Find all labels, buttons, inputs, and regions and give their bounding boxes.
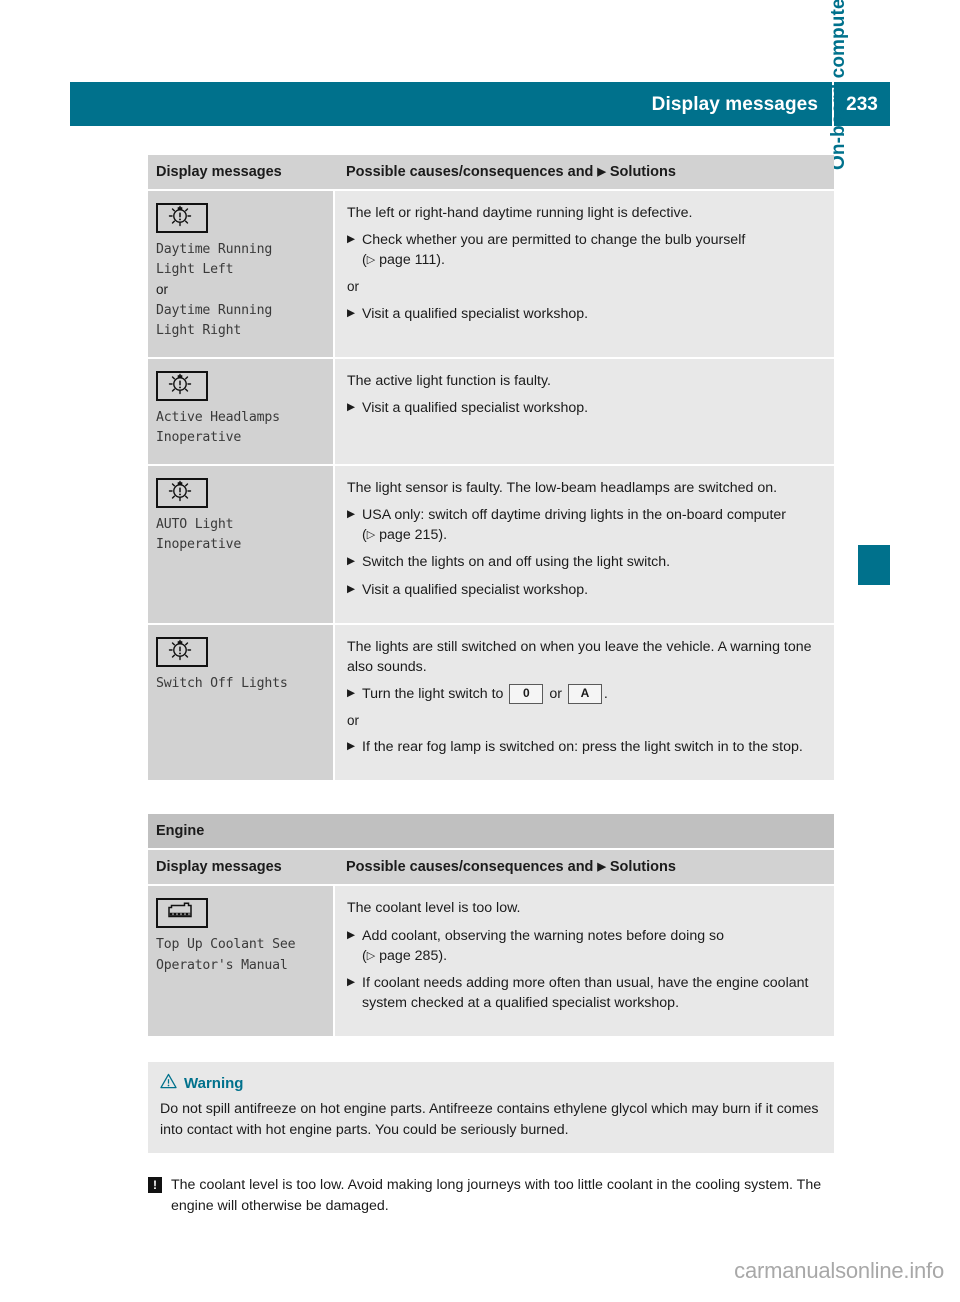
solution-item: Turn the light switch to 0 or A. xyxy=(347,683,820,704)
cause-text: The active light function is faulty. xyxy=(347,372,551,389)
cross-reference-arrow-icon: ▷ xyxy=(366,254,376,267)
key-or-label: or xyxy=(549,685,562,702)
message-cell: Daytime Running Light Left or Daytime Ru… xyxy=(148,190,335,359)
lamp-defect-icon xyxy=(156,370,208,401)
message-cell: Switch Off Lights xyxy=(148,623,335,783)
message-text: Active Headlamps Inoperative xyxy=(156,409,280,445)
solution-text: If coolant needs adding more often than … xyxy=(362,974,809,1012)
message-cell: Top Up Coolant See Operator's Manual xyxy=(148,885,335,1039)
message-text-alt: Daytime Running Light Right xyxy=(156,302,273,338)
note-body: The coolant level is too low. Avoid maki… xyxy=(171,1177,822,1215)
display-messages-table-engine: Engine Display messages Possible causes/… xyxy=(148,814,834,1039)
alternative-label: or xyxy=(347,279,360,295)
column-header-causes-solutions: Possible causes/consequences and ▶ Solutio… xyxy=(334,849,834,887)
warning-box: Warning Do not spill antifreeze on hot e… xyxy=(148,1062,834,1154)
chapter-tab-label: On-board computer and displays xyxy=(828,0,849,170)
column-header-causes-solutions: Possible causes/consequences and ▶ Solutio… xyxy=(334,155,834,191)
causes-solutions-cell: The coolant level is too low. Add coolan… xyxy=(334,885,834,1039)
message-or: or xyxy=(156,282,169,298)
watermark: carmanualsonline.info xyxy=(734,1258,944,1283)
column-header-display-messages: Display messages xyxy=(148,849,334,887)
table-row: AUTO Light Inoperative The light sensor … xyxy=(148,464,834,625)
cross-reference: page 111 xyxy=(379,252,437,269)
solution-item: Visit a qualified specialist workshop. xyxy=(347,580,820,600)
lamp-defect-icon xyxy=(156,203,208,233)
solution-arrow-icon: ▶ xyxy=(597,861,606,874)
section-title-row: Engine xyxy=(148,814,834,851)
message-cell: Active Headlamps Inoperative xyxy=(148,357,335,466)
warning-header: Warning xyxy=(160,1073,820,1094)
causes-solutions-cell: The active light function is faulty. Vis… xyxy=(334,357,834,466)
warning-title: Warning xyxy=(184,1075,244,1093)
page-content: Display messages Possible causes/consequ… xyxy=(148,155,834,1217)
column-header-prefix: Possible causes/consequences and xyxy=(346,164,594,180)
exclamation-icon: ! xyxy=(148,1177,162,1194)
solution-text: Visit a qualified specialist workshop. xyxy=(362,305,589,322)
message-text: Daytime Running Light Left xyxy=(156,242,273,278)
causes-solutions-cell: The light sensor is faulty. The low-beam… xyxy=(334,464,834,625)
solution-item: Switch the lights on and off using the l… xyxy=(347,552,820,572)
cross-reference: page 285 xyxy=(379,947,439,964)
message-text: Top Up Coolant See Operator's Manual xyxy=(156,937,296,973)
cross-reference: page 215 xyxy=(379,527,439,544)
page-header-bar: Display messages 233 xyxy=(70,82,890,126)
light-switch-off-key-icon: 0 xyxy=(509,683,544,704)
table-header-row: Display messages Possible causes/consequ… xyxy=(148,849,834,887)
cause-text: The coolant level is too low. xyxy=(347,900,521,917)
solution-text: Switch the lights on and off using the l… xyxy=(362,554,671,571)
message-text: Switch Off Lights xyxy=(156,675,288,691)
solution-text: Visit a qualified specialist workshop. xyxy=(362,399,589,416)
solution-item: Add coolant, observing the warning notes… xyxy=(347,926,820,966)
solution-arrow-icon: ▶ xyxy=(597,166,606,178)
table-row: Top Up Coolant See Operator's Manual The… xyxy=(148,885,834,1039)
solution-text: Visit a qualified specialist workshop. xyxy=(362,581,589,598)
solution-item: USA only: switch off daytime driving lig… xyxy=(347,505,820,545)
solution-item: Visit a qualified specialist workshop. xyxy=(347,398,820,418)
solution-text: USA only: switch off daytime driving lig… xyxy=(362,507,786,524)
table-row: Active Headlamps Inoperative The active … xyxy=(148,357,834,466)
note-box: ! The coolant level is too low. Avoid ma… xyxy=(148,1175,834,1216)
solution-text: Check whether you are permitted to chang… xyxy=(362,232,746,249)
warning-triangle-icon xyxy=(160,1073,177,1094)
cross-reference-arrow-icon: ▷ xyxy=(366,949,376,962)
cause-text: The lights are still switched on when yo… xyxy=(347,638,812,675)
column-header-display-messages: Display messages xyxy=(148,155,334,191)
solution-item: If the rear fog lamp is switched on: pre… xyxy=(347,737,820,757)
table-header-row: Display messages Possible causes/consequ… xyxy=(148,155,834,191)
warning-body: Do not spill antifreeze on hot engine pa… xyxy=(160,1101,819,1138)
table-row: Daytime Running Light Left or Daytime Ru… xyxy=(148,190,834,359)
solution-text: Turn the light switch to xyxy=(362,685,504,702)
section-title-engine: Engine xyxy=(148,814,834,851)
table-row: Switch Off Lights The lights are still s… xyxy=(148,623,834,783)
solution-text: If the rear fog lamp is switched on: pre… xyxy=(362,739,803,756)
causes-solutions-cell: The lights are still switched on when yo… xyxy=(334,623,834,783)
message-text: AUTO Light Inoperative xyxy=(156,516,242,552)
lamp-defect-icon xyxy=(156,636,208,667)
solution-item: Visit a qualified specialist workshop. xyxy=(347,304,820,324)
alternative-label: or xyxy=(347,713,360,729)
column-header-suffix: Solutions xyxy=(609,164,676,180)
message-cell: AUTO Light Inoperative xyxy=(148,464,335,625)
cause-text: The light sensor is faulty. The low-beam… xyxy=(347,479,778,496)
cross-reference-arrow-icon: ▷ xyxy=(366,529,376,542)
page-title: Display messages xyxy=(651,93,818,115)
solution-item: Check whether you are permitted to chang… xyxy=(347,230,820,270)
display-messages-table-lights: Display messages Possible causes/consequ… xyxy=(148,155,834,783)
solution-text: Add coolant, observing the warning notes… xyxy=(362,927,725,944)
chapter-tab-marker xyxy=(858,545,890,585)
column-header-suffix: Solutions xyxy=(609,859,676,876)
causes-solutions-cell: The left or right-hand daytime running l… xyxy=(334,190,834,359)
cause-text: The left or right-hand daytime running l… xyxy=(347,205,693,221)
solution-item: If coolant needs adding more often than … xyxy=(347,973,820,1013)
lamp-defect-icon xyxy=(156,477,208,508)
light-switch-auto-key-icon: A xyxy=(567,683,602,704)
column-header-prefix: Possible causes/consequences and xyxy=(346,859,594,876)
coolant-level-icon xyxy=(156,898,208,929)
